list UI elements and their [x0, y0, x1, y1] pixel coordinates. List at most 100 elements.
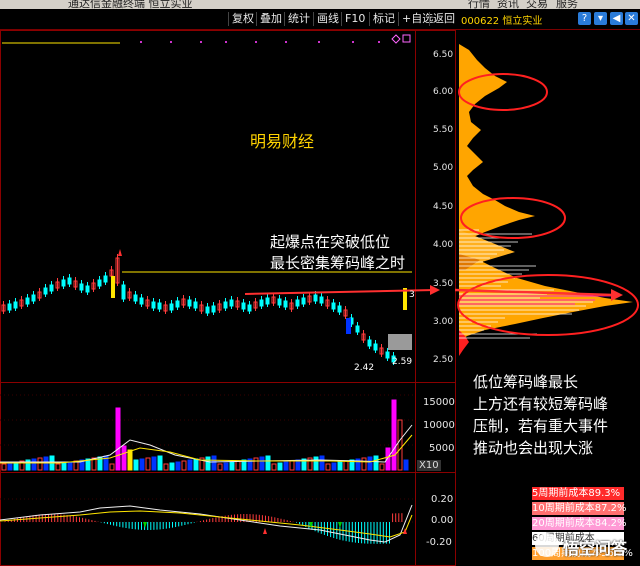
macd-tick: -0.20	[426, 537, 452, 548]
candle-body	[277, 298, 282, 306]
breakout-note-line1: 起爆点在突破低位	[270, 233, 391, 251]
volume-bar	[391, 399, 397, 471]
restore-rights-button[interactable]: 复权	[228, 12, 257, 26]
candle-body	[313, 294, 318, 302]
volume-bar	[31, 458, 37, 471]
top-marker-label: 3	[409, 290, 415, 300]
menu-quote[interactable]: 行情	[468, 0, 490, 9]
volume-bar	[151, 456, 157, 471]
volume-bar	[7, 462, 13, 471]
volume-bar	[325, 463, 331, 471]
breakout-note-line2: 最长密集筹码峰之时	[270, 254, 406, 272]
volume-tick: 15000	[423, 397, 455, 408]
volume-bar	[205, 456, 211, 471]
f10-button[interactable]: F10	[341, 12, 368, 26]
volume-bar	[217, 463, 223, 471]
volume-bar	[187, 459, 193, 471]
candle-body	[25, 297, 30, 305]
macd-histogram	[4, 513, 403, 544]
menu-trade[interactable]: 交易	[526, 0, 548, 9]
analysis-note-line2: 上方还有较短筹码峰	[473, 395, 609, 413]
volume-bar	[121, 445, 127, 471]
price-tick: 2.50	[433, 355, 454, 365]
top-right-markers	[391, 34, 411, 44]
candle-body	[79, 283, 84, 291]
window-title: 通达信金融终端 恒立实业	[68, 0, 193, 9]
price-tick: 3.00	[433, 317, 454, 327]
candle-body	[49, 284, 54, 292]
candle-body	[295, 299, 300, 307]
candle-body	[7, 303, 12, 311]
candle-body	[85, 285, 90, 293]
volume-bar	[55, 463, 61, 471]
volume-bar	[139, 458, 145, 471]
candle-body	[121, 284, 126, 300]
overlay-button[interactable]: 叠加	[256, 12, 285, 26]
stock-code-label: 000622 恒立实业	[461, 16, 543, 27]
expand-icon[interactable]: ◀	[610, 12, 623, 25]
close-icon[interactable]: ✕	[625, 12, 638, 25]
back-button[interactable]: 返回	[429, 12, 458, 26]
cost-row-5: 5周期前成本89.3%	[532, 487, 624, 500]
price-tick: 4.00	[433, 240, 454, 250]
candle-body	[187, 299, 192, 307]
volume-bar	[331, 462, 337, 471]
volume-bar	[403, 459, 409, 471]
volume-bar	[175, 461, 181, 471]
menu-service[interactable]: 服务	[556, 0, 578, 9]
volume-bar	[145, 457, 151, 471]
volume-bar	[235, 460, 241, 471]
volume-bar	[211, 455, 217, 471]
volume-tick: 10000	[423, 420, 455, 431]
chart-toolbar: 复权 叠加 统计 画线 F10 标记 +自选 返回 000622 恒立实业 ? …	[0, 9, 640, 30]
candle-body	[373, 343, 378, 351]
volume-bar	[133, 459, 139, 471]
price-tick: 6.00	[433, 87, 454, 97]
help-icon[interactable]: ?	[578, 12, 591, 25]
title-bar: 通达信金融终端 恒立实业 行情 资讯 交易 服务	[0, 0, 640, 9]
candle-body	[175, 300, 180, 308]
volume-ma-white	[0, 424, 413, 463]
macd-tick: 0.20	[431, 494, 454, 505]
draw-line-button[interactable]: 画线	[313, 12, 342, 26]
candle-body	[319, 296, 324, 304]
price-tick: 5.00	[433, 163, 454, 173]
wukong-logo: 悟空问答	[535, 530, 635, 560]
candle-body	[205, 306, 210, 314]
candle-body	[151, 301, 156, 309]
candle-body	[247, 304, 252, 312]
candle-body	[346, 318, 351, 334]
candle-body	[301, 297, 306, 305]
volume-bar	[373, 455, 379, 471]
candle-body	[13, 301, 18, 309]
candle-body	[265, 297, 270, 305]
volume-bar	[169, 462, 175, 471]
volume-bar	[181, 460, 187, 471]
price-tick: 6.50	[433, 50, 454, 60]
candle-body	[259, 299, 264, 307]
candle-body	[157, 302, 162, 310]
candle-body	[43, 287, 48, 295]
candle-body	[211, 305, 216, 313]
volume-unit: X10	[417, 460, 441, 471]
volume-bar	[265, 455, 271, 471]
candle-body	[139, 297, 144, 305]
analysis-note-line1: 低位筹码峰最长	[473, 373, 579, 391]
mark-button[interactable]: 标记	[369, 12, 398, 26]
cost-row-20: 20周期前成本84.2%	[532, 517, 627, 530]
volume-bar	[163, 463, 169, 471]
analysis-note-line3: 压制，若有重大事件	[473, 417, 609, 435]
candle-body	[61, 279, 66, 287]
menu-news[interactable]: 资讯	[497, 0, 519, 9]
candle-body	[241, 302, 246, 310]
volume-bar	[223, 462, 229, 471]
chevron-down-icon[interactable]: ▾	[594, 12, 607, 25]
volume-bar	[283, 461, 289, 471]
stats-button[interactable]: 统计	[284, 12, 313, 26]
candle-body	[229, 299, 234, 307]
candle-body	[111, 276, 115, 298]
volume-bar	[193, 458, 199, 471]
candle-body	[103, 275, 108, 283]
macd-dif-line	[0, 504, 413, 543]
volume-tick: 5000	[429, 443, 455, 454]
